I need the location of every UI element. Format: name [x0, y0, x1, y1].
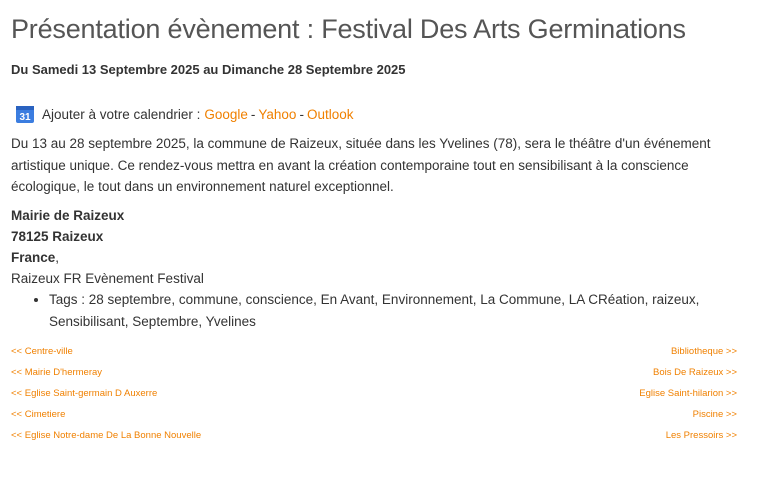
venue-country-suffix: , — [55, 250, 60, 265]
page-title: Présentation évènement : Festival Des Ar… — [11, 14, 686, 44]
nav-next-link[interactable]: Eglise Saint-hilarion >> — [639, 388, 737, 399]
nav-prev-link[interactable]: << Mairie D'hermeray — [11, 367, 102, 378]
nav-next-link[interactable]: Piscine >> — [693, 409, 737, 420]
calendar-icon-day: 31 — [19, 112, 31, 123]
nav-next-link[interactable]: Bibliotheque >> — [671, 346, 737, 357]
event-description: Du 13 au 28 septembre 2025, la commune d… — [11, 136, 711, 194]
tags-item: Tags : 28 septembre, commune, conscience… — [49, 289, 739, 333]
venue-city: 78125 Raizeux — [11, 229, 104, 244]
event-dates: Du Samedi 13 Septembre 2025 au Dimanche … — [11, 62, 406, 77]
event-address: Mairie de Raizeux 78125 Raizeux France, … — [11, 205, 204, 289]
nav-row: << Centre-ville Bibliotheque >> — [11, 346, 737, 367]
nav-row: << Mairie D'hermeray Bois De Raizeux >> — [11, 367, 737, 388]
nav-prev-link[interactable]: << Centre-ville — [11, 346, 73, 357]
event-meta: Raizeux FR Evènement Festival — [11, 271, 204, 286]
calendar-separator: - — [250, 106, 256, 122]
outlook-calendar-link[interactable]: Outlook — [307, 107, 354, 122]
venue-name: Mairie de Raizeux — [11, 208, 125, 223]
venue-country: France — [11, 250, 56, 265]
nav-prev-link[interactable]: << Eglise Saint-germain D Auxerre — [11, 388, 157, 399]
nav-prev-link[interactable]: << Eglise Notre-dame De La Bonne Nouvell… — [11, 430, 201, 441]
venue-country-line: France, — [11, 247, 204, 268]
nav-next-link[interactable]: Bois De Raizeux >> — [653, 367, 737, 378]
nav-next-link[interactable]: Les Pressoirs >> — [666, 430, 737, 441]
nearby-navigation: << Centre-ville Bibliotheque >> << Mairi… — [11, 346, 737, 451]
yahoo-calendar-link[interactable]: Yahoo — [258, 107, 296, 122]
nav-row: << Cimetiere Piscine >> — [11, 409, 737, 430]
calendar-icon: 31 — [15, 104, 35, 124]
nav-prev-link[interactable]: << Cimetiere — [11, 409, 65, 420]
google-calendar-link[interactable]: Google — [204, 107, 248, 122]
nav-row: << Eglise Saint-germain D Auxerre Eglise… — [11, 388, 737, 409]
calendar-label: Ajouter à votre calendrier : — [42, 106, 201, 122]
nav-row: << Eglise Notre-dame De La Bonne Nouvell… — [11, 430, 737, 451]
calendar-separator: - — [299, 106, 304, 122]
tags-list: Tags : 28 septembre, commune, conscience… — [33, 289, 739, 333]
add-to-calendar: 31 Ajouter à votre calendrier : Google -… — [15, 104, 353, 124]
